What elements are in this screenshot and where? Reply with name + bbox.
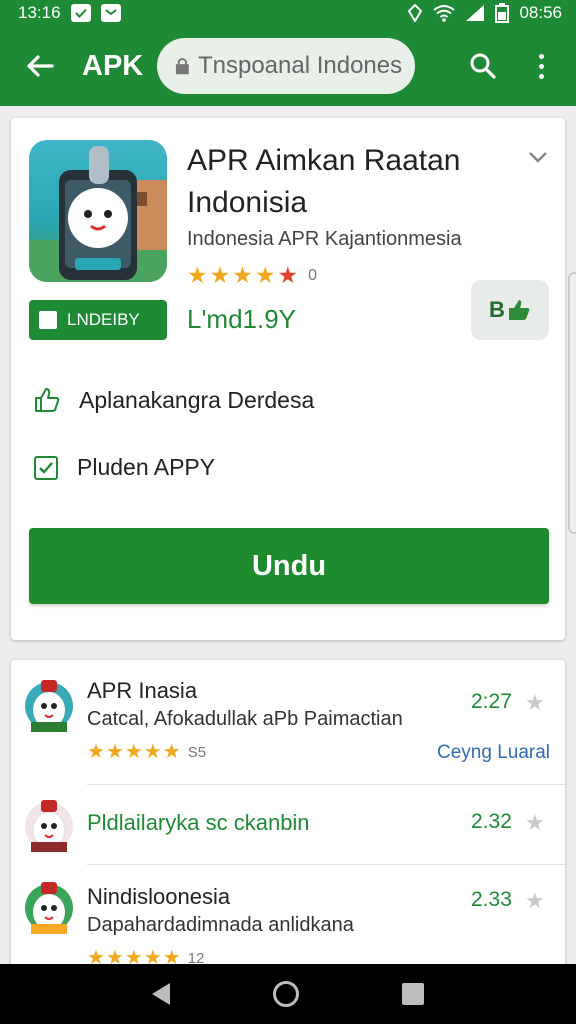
star-outline-icon[interactable]: ★ <box>525 810 545 836</box>
badge-label: LNDEIBY <box>67 310 140 329</box>
list-item-title: Pldlailaryka sc ckanbin <box>87 810 310 835</box>
notification-icon <box>70 4 91 22</box>
nav-back-icon[interactable] <box>151 983 170 1005</box>
list-item[interactable]: APR Inasia Catcal, Afokadullak aPb Paima… <box>11 660 565 784</box>
wishlist-label: B <box>489 297 505 322</box>
list-item-subtitle: Dapahardadimnada anlidkana <box>87 914 354 936</box>
app-price: L'md1.9Y <box>187 304 297 334</box>
nav-home-icon[interactable] <box>272 981 299 1007</box>
star-outline-icon[interactable]: ★ <box>525 690 545 716</box>
list-item-price: 2.33 <box>471 888 512 911</box>
list-item-rating-count: S5 <box>187 743 207 761</box>
overflow-menu-button[interactable] <box>529 48 553 84</box>
lock-icon <box>176 58 190 75</box>
dot-icon <box>538 73 544 79</box>
app-icon[interactable] <box>29 140 167 282</box>
location-icon <box>408 4 423 22</box>
star-icon: ★ <box>124 741 143 763</box>
list-item-link[interactable]: Ceyng Luaral <box>437 742 550 764</box>
app-bar: APK Tnspoanal Indonesia <box>0 26 576 106</box>
rating-stars: ★ ★ ★ ★ ★ 0 <box>187 264 317 287</box>
check-box-icon <box>34 455 58 480</box>
feature-item: Pluden APPY <box>33 454 215 481</box>
search-icon <box>470 53 496 79</box>
thumbs-up-icon <box>508 300 530 320</box>
list-item[interactable]: Pldlailaryka sc ckanbin 2.32 ★ <box>11 784 565 864</box>
list-item-title: Nindisloonesia <box>87 884 231 909</box>
wishlist-button[interactable]: B <box>471 280 549 340</box>
list-item-rating: ★ ★ ★ ★ ★ S5 <box>87 742 206 762</box>
app-bar-title: APK <box>82 49 144 82</box>
download-button[interactable]: Undu <box>29 528 549 604</box>
wifi-icon <box>433 5 456 22</box>
star-icon: ★ <box>143 741 162 763</box>
feature-item: Aplanakangra Derdesa <box>33 386 314 414</box>
list-item[interactable]: Nindisloonesia Dapahardadimnada anlidkan… <box>11 864 565 970</box>
chevron-down-icon[interactable] <box>527 146 549 168</box>
list-item-subtitle: Catcal, Afokadullak aPb Paimactian <box>87 708 403 730</box>
feature-label: Aplanakangra Derdesa <box>79 386 315 413</box>
list-item-price: 2.32 <box>471 810 512 833</box>
star-outline-icon[interactable]: ★ <box>525 888 545 914</box>
dot-icon <box>538 53 544 59</box>
badge-icon <box>39 311 57 329</box>
developer-name[interactable]: Indonesia APR Kajantionmesia <box>187 228 462 251</box>
arrow-left-icon <box>27 55 54 77</box>
app-detail-card: APR Aimkan Raatan Indonisia Indonesia AP… <box>11 118 565 640</box>
feature-label: Pluden APPY <box>77 454 216 480</box>
back-button[interactable] <box>22 48 58 84</box>
star-icon: ★ <box>254 262 276 288</box>
list-item-price: 2:27 <box>471 690 512 713</box>
star-icon: ★ <box>209 262 231 288</box>
url-text: Tnspoanal Indonesia <box>197 52 404 79</box>
status-time: 13:16 <box>18 3 61 22</box>
thumbs-up-icon <box>35 388 60 412</box>
list-item-title: APR Inasia <box>87 678 198 703</box>
app-avatar <box>25 882 73 934</box>
star-icon: ★ <box>162 741 181 763</box>
star-icon: ★ <box>277 262 299 288</box>
battery-icon <box>495 3 510 23</box>
app-avatar <box>25 800 73 852</box>
status-clock: 08:56 <box>519 3 562 22</box>
star-icon: ★ <box>105 741 124 763</box>
app-title: APR Aimkan Raatan Indonisia <box>187 140 507 224</box>
nav-recents-icon[interactable] <box>402 983 425 1005</box>
system-nav-bar <box>0 964 576 1024</box>
app-avatar <box>25 680 73 732</box>
search-button[interactable] <box>465 48 501 84</box>
scrollbar[interactable] <box>568 272 576 534</box>
dot-icon <box>538 63 544 69</box>
star-icon: ★ <box>187 262 208 288</box>
rating-count: 0 <box>308 266 318 284</box>
related-apps-list: APR Inasia Catcal, Afokadullak aPb Paima… <box>11 660 565 970</box>
star-icon: ★ <box>87 741 105 763</box>
message-icon <box>100 4 121 22</box>
star-icon: ★ <box>232 262 253 288</box>
signal-icon <box>466 5 485 21</box>
app-title-line-2: Indonisia <box>187 186 308 219</box>
url-field[interactable]: Tnspoanal Indonesia <box>157 38 416 94</box>
app-title-line-1: APR Aimkan Raatan <box>187 144 461 177</box>
status-bar: 13:16 08:56 <box>0 0 576 26</box>
content-badge: LNDEIBY <box>29 300 167 340</box>
